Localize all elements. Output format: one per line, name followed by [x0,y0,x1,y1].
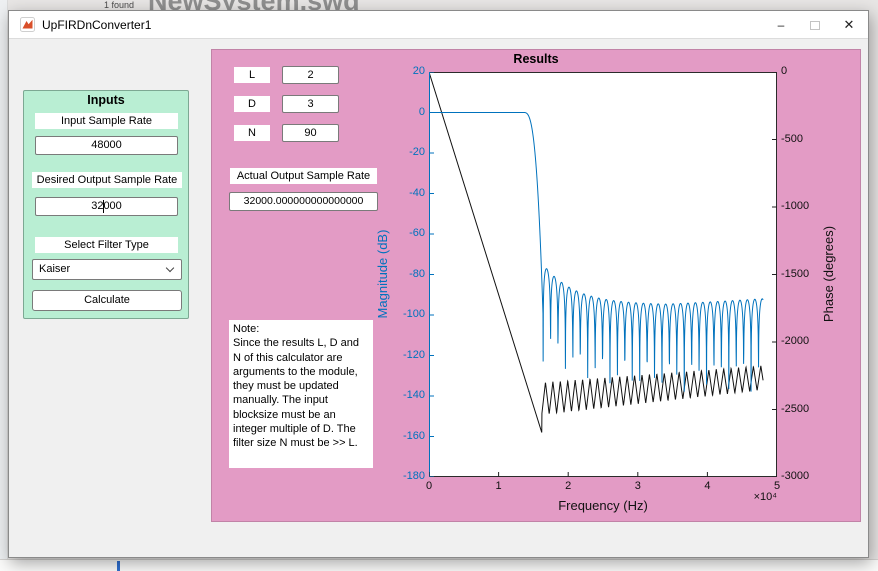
window-controls: – ✕ [764,11,866,39]
results-panel: Results L 2 D 3 N 90 Actual Output Sampl… [211,49,861,522]
tick-label: -100 [391,308,425,320]
inputs-panel-title: Inputs [24,93,188,107]
tick-label: -160 [391,430,425,442]
output-sample-rate-field[interactable]: 32000 [35,197,178,216]
tick-label: -120 [391,349,425,361]
maximize-icon [810,21,820,30]
calculate-button[interactable]: Calculate [32,290,182,311]
minimize-button[interactable]: – [764,11,798,39]
tick-label: 0 [391,106,425,118]
tick-label: 0 [781,65,825,77]
frequency-response-plot: 200-20-40-60-80-100-120-140-160-180 0-50… [212,50,860,521]
inputs-panel: Inputs Input Sample Rate 48000 Desired O… [23,90,189,319]
background-bottom-strip [0,559,878,571]
tick-label: -60 [391,227,425,239]
tick-label: -140 [391,389,425,401]
chevron-down-icon [166,264,174,272]
background-search-count: 1 found [104,0,134,10]
tick-label: 2 [554,480,582,492]
cursor-mark [117,561,120,571]
magnitude-axis-label: Magnitude (dB) [375,204,391,344]
close-button[interactable]: ✕ [832,11,866,39]
tick-label: -500 [781,133,825,145]
tick-label: -80 [391,268,425,280]
text-caret [103,200,104,213]
output-sample-rate-label: Desired Output Sample Rate [32,172,182,188]
tick-label: -40 [391,187,425,199]
x-axis-exponent-label: ×10⁴ [717,491,777,503]
phase-axis-label: Phase (degrees) [821,204,837,344]
tick-label: 3 [624,480,652,492]
window-title: UpFIRDnConverter1 [42,11,151,39]
tick-label: 1 [485,480,513,492]
magnitude-axis-tick-labels: 200-20-40-60-80-100-120-140-160-180 [391,72,425,477]
tick-label: -2000 [781,335,825,347]
desktop: 1 found NewSystem.swd UpFIRDnConverter1 … [0,0,878,571]
tick-label: -1000 [781,200,825,212]
phase-axis-tick-labels: 0-500-1000-1500-2000-2500-3000 [781,72,825,477]
background-window-edge [0,0,8,571]
filter-type-dropdown[interactable]: Kaiser [32,259,182,280]
frequency-axis-label: Frequency (Hz) [503,498,703,513]
tick-label: -1500 [781,268,825,280]
tick-label: -20 [391,146,425,158]
filter-type-selected-value: Kaiser [39,260,70,279]
app-window: UpFIRDnConverter1 – ✕ Inputs Input Sampl… [8,10,869,558]
maximize-button[interactable] [798,11,832,39]
window-titlebar[interactable]: UpFIRDnConverter1 – ✕ [9,11,868,39]
tick-label: 20 [391,65,425,77]
input-sample-rate-label: Input Sample Rate [35,113,178,129]
input-sample-rate-field[interactable]: 48000 [35,136,178,155]
tick-label: 0 [415,480,443,492]
filter-type-label: Select Filter Type [35,237,178,253]
plot-axes [429,72,777,477]
tick-label: -2500 [781,403,825,415]
app-icon [20,17,35,32]
